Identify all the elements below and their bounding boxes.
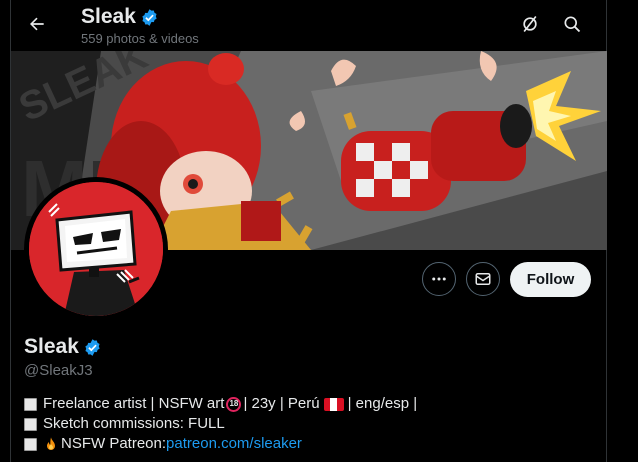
header-title: Sleak bbox=[81, 5, 159, 29]
profile-header: Sleak 559 photos & videos bbox=[11, 0, 606, 52]
bio-line-1: Freelance artist | NSFW art 18 | 23y | P… bbox=[24, 394, 417, 414]
white-square-icon bbox=[24, 437, 37, 451]
avatar-artwork bbox=[29, 182, 163, 316]
profile-bio: Freelance artist | NSFW art 18 | 23y | P… bbox=[24, 394, 417, 454]
message-icon bbox=[475, 273, 491, 285]
verified-badge-icon[interactable] bbox=[83, 338, 102, 357]
more-options-icon bbox=[432, 277, 446, 281]
bio-line-2: Sketch commissions: FULL bbox=[24, 414, 417, 434]
more-options-button[interactable] bbox=[422, 262, 456, 296]
fire-icon bbox=[47, 437, 55, 450]
back-arrow-icon bbox=[30, 17, 44, 31]
profile-avatar[interactable] bbox=[24, 177, 168, 321]
profile-column: Sleak 559 photos & videos SLEAK Follow S… bbox=[10, 0, 607, 462]
avatar-image bbox=[29, 182, 163, 316]
bio-text-2: Sketch commissions: FULL bbox=[43, 415, 225, 432]
profile-display-name: Sleak bbox=[24, 335, 102, 359]
patreon-link[interactable]: patreon.com/sleaker bbox=[166, 434, 302, 454]
profile-handle: @SleakJ3 bbox=[24, 362, 93, 379]
follow-button[interactable]: Follow bbox=[510, 262, 591, 297]
search-button[interactable] bbox=[555, 7, 589, 41]
header-name: Sleak bbox=[81, 5, 136, 28]
message-button[interactable] bbox=[466, 262, 500, 296]
verified-badge-icon bbox=[142, 8, 157, 26]
peru-flag-icon bbox=[323, 397, 344, 411]
bio-line-3: NSFW Patreon: patreon.com/sleaker bbox=[24, 434, 417, 454]
media-count: 559 photos & videos bbox=[81, 31, 199, 46]
grok-icon bbox=[523, 15, 537, 33]
bio-text-3: NSFW Patreon: bbox=[61, 435, 167, 452]
white-square-icon bbox=[24, 397, 37, 411]
back-button[interactable] bbox=[19, 6, 55, 42]
white-square-icon bbox=[24, 417, 37, 431]
bio-text-1b: | 23y | Perú bbox=[243, 395, 320, 412]
bio-text-1c: | eng/esp | bbox=[347, 395, 418, 412]
bio-text-1a: Freelance artist | NSFW art bbox=[43, 395, 225, 412]
adult-18-icon: 18 bbox=[226, 396, 242, 412]
display-name-text: Sleak bbox=[24, 335, 79, 358]
grok-button[interactable] bbox=[513, 7, 547, 41]
search-icon bbox=[564, 16, 581, 33]
